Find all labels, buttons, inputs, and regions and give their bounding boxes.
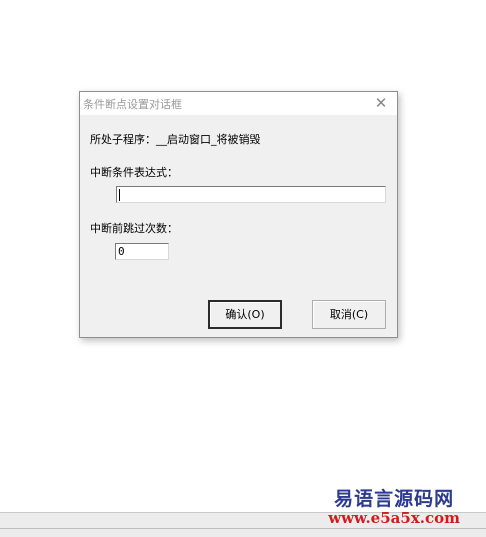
condition-expression-label: 中断条件表达式：: [90, 166, 178, 179]
text-caret: [119, 189, 120, 201]
condition-breakpoint-dialog: 条件断点设置对话框 ✕ 所处子程序：__启动窗口_将被销毁 中断条件表达式： 中…: [79, 91, 398, 338]
subroutine-location-label: 所处子程序：__启动窗口_将被销毁: [90, 133, 261, 146]
ok-button[interactable]: 确认(O): [208, 300, 282, 329]
dialog-titlebar[interactable]: 条件断点设置对话框 ✕: [80, 92, 397, 115]
skip-count-value: 0: [118, 245, 125, 258]
cancel-button[interactable]: 取消(C): [312, 300, 386, 329]
close-icon[interactable]: ✕: [369, 94, 393, 112]
watermark-name: 易语言源码网: [334, 488, 455, 510]
dialog-title: 条件断点设置对话框: [83, 98, 182, 111]
bottom-divider: [0, 528, 486, 529]
watermark-url: www.e5a5x.com: [328, 509, 460, 527]
condition-expression-input[interactable]: [116, 186, 386, 203]
skip-count-input[interactable]: 0: [115, 243, 169, 260]
site-watermark: 易语言源码网 www.e5a5x.com: [328, 488, 460, 527]
page: 条件断点设置对话框 ✕ 所处子程序：__启动窗口_将被销毁 中断条件表达式： 中…: [0, 0, 486, 537]
skip-count-label: 中断前跳过次数：: [90, 222, 178, 235]
